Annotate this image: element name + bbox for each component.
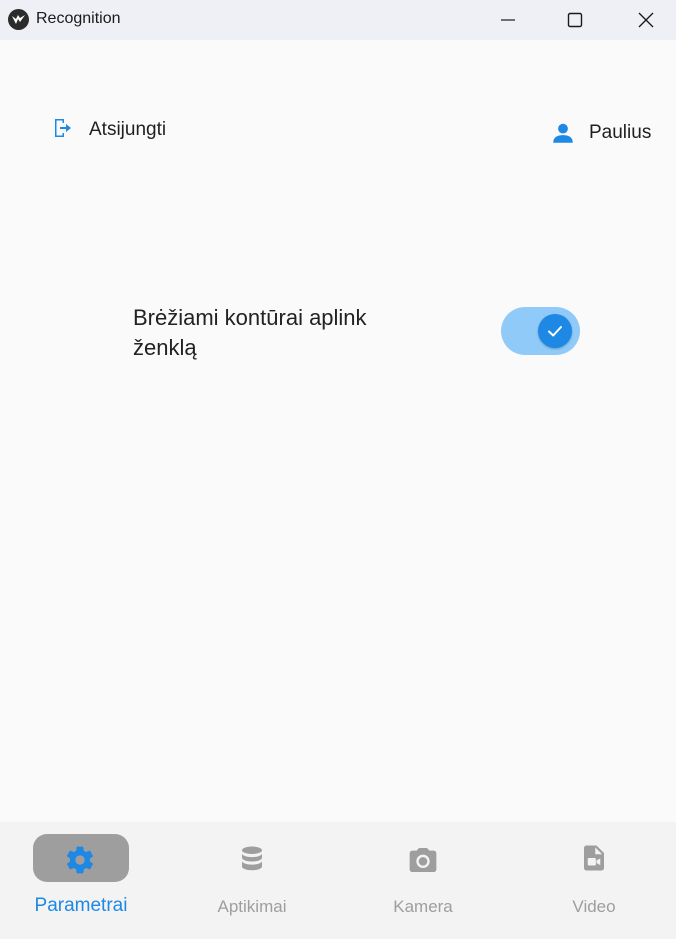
user-name: Paulius [589, 122, 652, 143]
minimize-button[interactable] [476, 0, 540, 40]
draw-contours-label: Brėžiami kontūrai aplink ženklą [133, 305, 367, 360]
nav-label-kamera: Kamera [393, 897, 453, 916]
database-icon [242, 846, 262, 871]
nav-item-kamera[interactable]: Kamera [342, 822, 511, 939]
window-title: Recognition [36, 10, 121, 27]
maximize-icon [567, 12, 583, 28]
nav-label-video: Video [572, 897, 616, 916]
logout-icon [55, 119, 71, 137]
bottom-navigation: Parametrai Aptikimai Kamera Video [0, 822, 676, 939]
nav-item-aptikimai[interactable]: Aptikimai [171, 822, 340, 939]
nav-label-aptikimai: Aptikimai [217, 897, 287, 916]
gear-icon [67, 846, 93, 874]
video-file-icon [584, 845, 604, 871]
user-icon [553, 123, 573, 143]
minimize-icon [501, 19, 515, 21]
toggle-knob [538, 314, 572, 348]
logout-label: Atsijungti [89, 119, 167, 140]
camera-icon [409, 848, 437, 872]
nav-label-parametrai: Parametrai [34, 895, 128, 916]
close-icon [638, 12, 654, 28]
close-button[interactable] [614, 0, 676, 40]
maximize-button[interactable] [543, 0, 607, 40]
nav-item-video[interactable]: Video [513, 822, 676, 939]
app-logo-icon [8, 9, 29, 30]
app-window: Recognition Atsijungti Paulius Brėžiami … [0, 0, 676, 939]
draw-contours-toggle[interactable] [501, 307, 580, 355]
check-icon [548, 326, 562, 337]
nav-item-parametrai[interactable]: Parametrai [0, 822, 169, 939]
title-bar[interactable]: Recognition [0, 0, 676, 40]
